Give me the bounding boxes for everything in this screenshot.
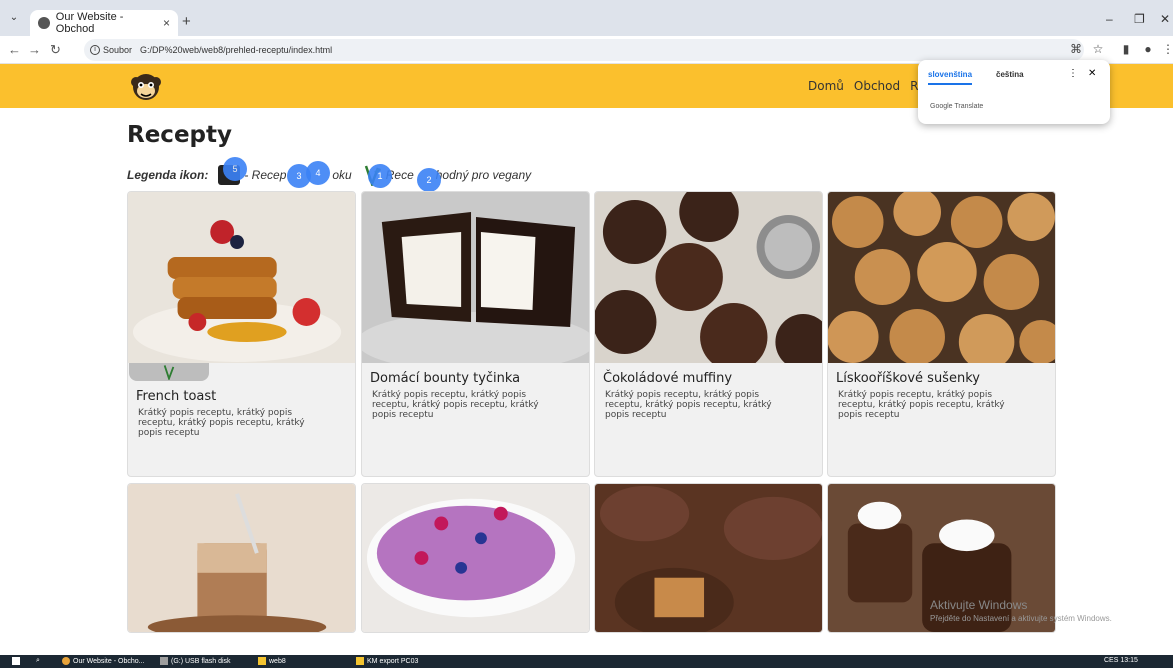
- taskbar-label: (G:) USB flash disk: [171, 657, 231, 665]
- translate-lang-slovak[interactable]: slovenština: [928, 70, 973, 85]
- page-title: Recepty: [127, 122, 232, 148]
- info-icon: i: [90, 45, 100, 55]
- recipe-card[interactable]: [127, 483, 356, 633]
- legend-item-book-rest: oku: [332, 168, 352, 182]
- legend-item-vegan-rest: hodný pro vegany: [435, 168, 532, 182]
- peanut-butter-cups-image: [595, 484, 822, 632]
- translate-icon[interactable]: ⌘: [1068, 41, 1084, 57]
- recipe-name[interactable]: French toast: [136, 389, 216, 404]
- berry-cheesecake-image: [362, 484, 589, 632]
- step-badge: 4: [306, 161, 330, 185]
- recipe-card[interactable]: [594, 483, 823, 633]
- taskbar-label: web8: [269, 657, 286, 665]
- bookmark-star-icon[interactable]: ☆: [1090, 41, 1106, 57]
- side-panel-icon[interactable]: ▮: [1118, 41, 1134, 57]
- french-toast-image: [128, 192, 355, 363]
- bounty-bar-image: [362, 192, 589, 372]
- nav-home[interactable]: Domů: [808, 79, 844, 93]
- translate-menu-icon[interactable]: ⋮: [1068, 68, 1078, 79]
- recipe-name[interactable]: Domácí bounty tyčinka: [370, 371, 520, 386]
- iced-coffee-image: [128, 484, 355, 632]
- recipe-description: Krátký popis receptu, krátký popis recep…: [372, 390, 539, 420]
- restore-icon[interactable]: ❐: [1134, 12, 1145, 26]
- recipe-card[interactable]: Lískooříškové sušenky Krátký popis recep…: [827, 191, 1056, 477]
- taskbar-item[interactable]: Our Website - Obcho...: [62, 657, 144, 665]
- recipe-card[interactable]: [361, 483, 590, 633]
- windows-activation-subtext: Přejděte do Nastavení a aktivujte systém…: [930, 614, 1112, 623]
- site-info[interactable]: i Soubor: [90, 45, 140, 55]
- tab-close-icon[interactable]: ×: [163, 16, 170, 30]
- start-icon[interactable]: [12, 657, 20, 665]
- taskbar-item[interactable]: web8: [258, 657, 286, 665]
- monkey-logo-icon[interactable]: [128, 68, 164, 104]
- recipe-card[interactable]: French toast Krátký popis receptu, krátk…: [127, 191, 356, 477]
- taskbar-label: KM export PC03: [367, 657, 419, 665]
- reload-icon[interactable]: ↻: [50, 42, 61, 58]
- translate-close-icon[interactable]: ✕: [1088, 68, 1096, 79]
- taskbar-item[interactable]: (G:) USB flash disk: [160, 657, 231, 665]
- browser-tab[interactable]: Our Website - Obchod ×: [30, 10, 178, 36]
- recipe-description: Krátký popis receptu, krátký popis recep…: [138, 408, 305, 438]
- search-icon[interactable]: ⌕: [36, 657, 40, 665]
- step-badge: 5: [223, 157, 247, 181]
- step-badge: 2: [417, 168, 441, 192]
- recipe-card[interactable]: Čokoládové muffiny Krátký popis receptu,…: [594, 191, 823, 477]
- translate-lang-czech[interactable]: čeština: [996, 70, 1024, 85]
- address-bar[interactable]: i Soubor G:/DP%20web/web8/prehled-recept…: [84, 39, 1084, 61]
- recipe-description: Krátký popis receptu, krátký popis recep…: [605, 390, 772, 420]
- vegan-leaf-icon: [163, 365, 175, 382]
- taskbar-item[interactable]: KM export PC03: [356, 657, 418, 665]
- menu-icon[interactable]: ⋮: [1160, 41, 1173, 57]
- chocolate-muffins-image: [595, 192, 822, 371]
- recipe-description: Krátký popis receptu, krátký popis recep…: [838, 390, 1005, 420]
- recipe-card[interactable]: Domácí bounty tyčinka Krátký popis recep…: [361, 191, 590, 477]
- new-tab-icon[interactable]: +: [182, 13, 191, 30]
- translate-brand: Google Translate: [930, 103, 984, 110]
- legend-item-book: - Recep: [244, 168, 287, 182]
- recipe-name[interactable]: Čokoládové muffiny: [603, 371, 732, 386]
- nav-shop[interactable]: Obchod: [854, 79, 900, 93]
- windows-taskbar: ⌕ Our Website - Obcho... (G:) USB flash …: [0, 655, 1173, 668]
- taskbar-label: Our Website - Obcho...: [73, 657, 145, 665]
- main-nav: Domů Obchod Re: [808, 79, 925, 93]
- browser-tab-bar: ⌄ Our Website - Obchod × + – ❐ ✕: [0, 0, 1173, 36]
- hazelnut-cookies-image: [828, 192, 1055, 370]
- tab-search-icon[interactable]: ⌄: [6, 10, 22, 26]
- google-translate-popup: slovenština čeština ⋮ ✕ Google Translate: [918, 60, 1110, 124]
- system-tray-clock[interactable]: CES 13:15: [1104, 657, 1138, 664]
- minimize-icon[interactable]: –: [1106, 12, 1113, 26]
- forward-icon[interactable]: →: [28, 42, 41, 57]
- tab-title: Our Website - Obchod: [55, 11, 124, 35]
- site-favicon-icon: [38, 17, 50, 29]
- recipe-name[interactable]: Lískooříškové sušenky: [836, 371, 980, 386]
- back-icon[interactable]: ←: [8, 42, 21, 57]
- close-window-icon[interactable]: ✕: [1160, 12, 1170, 26]
- vegan-badge: [129, 363, 209, 382]
- legend-label: Legenda ikon:: [127, 168, 209, 182]
- windows-activation-watermark: Aktivujte Windows: [930, 598, 1028, 612]
- url-prefix: Soubor: [103, 45, 133, 55]
- url-text: G:/DP%20web/web8/prehled-receptu/index.h…: [140, 45, 333, 55]
- profile-icon[interactable]: ●: [1140, 41, 1156, 57]
- step-badge: 1: [368, 164, 392, 188]
